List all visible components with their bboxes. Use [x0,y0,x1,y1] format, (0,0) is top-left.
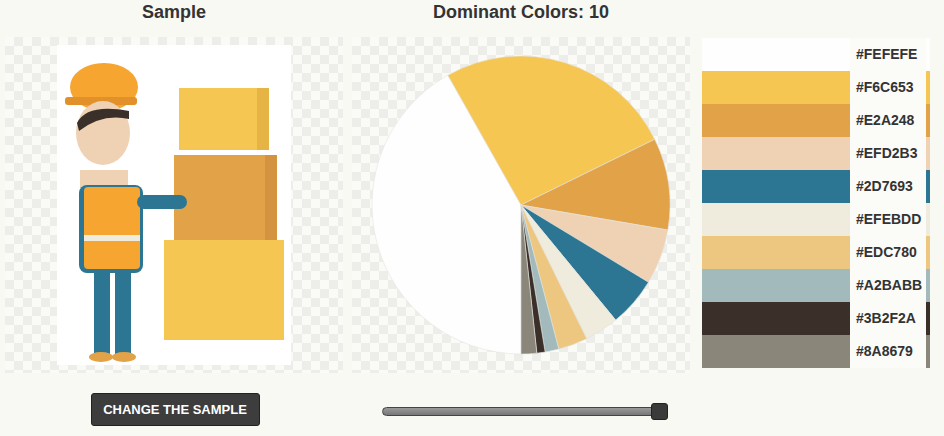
color-list: #FEFEFE#F6C653#E2A248#EFD2B3#2D7693#EFEB… [702,0,930,436]
color-label: #2D7693 [850,170,926,203]
color-tail [926,71,930,104]
color-tail [926,269,930,302]
color-swatch [702,71,850,104]
sample-panel [5,37,343,373]
color-tail [926,104,930,137]
color-row: #3B2F2A [702,302,930,335]
color-label: #8A8679 [850,335,926,368]
button-row: CHANGE THE SAMPLE [5,393,343,426]
pie-panel [352,37,690,373]
color-label: #A2BABB [850,269,926,302]
color-tail [926,137,930,170]
color-swatch [702,203,850,236]
color-label: #EFEBDD [850,203,926,236]
color-row: #EDC780 [702,236,930,269]
color-row: #8A8679 [702,335,930,368]
pie-slice [521,205,537,354]
color-label: #3B2F2A [850,302,926,335]
color-tail [926,38,930,71]
page: Sample CHANGE THE SAMPLE Dominant Colors: … [0,0,944,436]
dominant-heading: Dominant Colors: 10 [433,0,609,37]
sample-heading: Sample [142,0,206,37]
sample-illustration [57,45,291,365]
sample-heading-row: Sample [5,0,343,37]
color-label: #EFD2B3 [850,137,926,170]
color-row: #2D7693 [702,170,930,203]
slider-thumb[interactable] [651,403,668,420]
color-row: #EFD2B3 [702,137,930,170]
color-label: #E2A248 [850,104,926,137]
color-tail [926,170,930,203]
color-tail [926,203,930,236]
color-tail [926,236,930,269]
color-row: #A2BABB [702,269,930,302]
color-swatch [702,269,850,302]
dominant-heading-row: Dominant Colors: 10 [352,0,690,37]
color-swatch [702,137,850,170]
color-swatch [702,104,850,137]
dominant-column: Dominant Colors: 10 [352,0,690,436]
color-count-slider[interactable] [382,403,668,420]
color-row: #E2A248 [702,104,930,137]
color-tail [926,335,930,368]
color-label: #F6C653 [850,71,926,104]
color-label: #EDC780 [850,236,926,269]
change-sample-button[interactable]: CHANGE THE SAMPLE [91,393,260,426]
sample-image [57,45,291,365]
color-swatch [702,170,850,203]
color-tail [926,302,930,335]
color-row: #F6C653 [702,71,930,104]
color-swatch [702,236,850,269]
color-swatch [702,38,850,71]
sample-column: Sample CHANGE THE SAMPLE [5,0,343,436]
pie-chart [371,55,671,355]
slider-row [352,403,690,420]
color-row: #FEFEFE [702,38,930,71]
color-swatch [702,302,850,335]
slider-track[interactable] [382,407,668,416]
color-label: #FEFEFE [850,38,926,71]
color-swatch [702,335,850,368]
pie-slice [521,205,545,353]
color-row: #EFEBDD [702,203,930,236]
